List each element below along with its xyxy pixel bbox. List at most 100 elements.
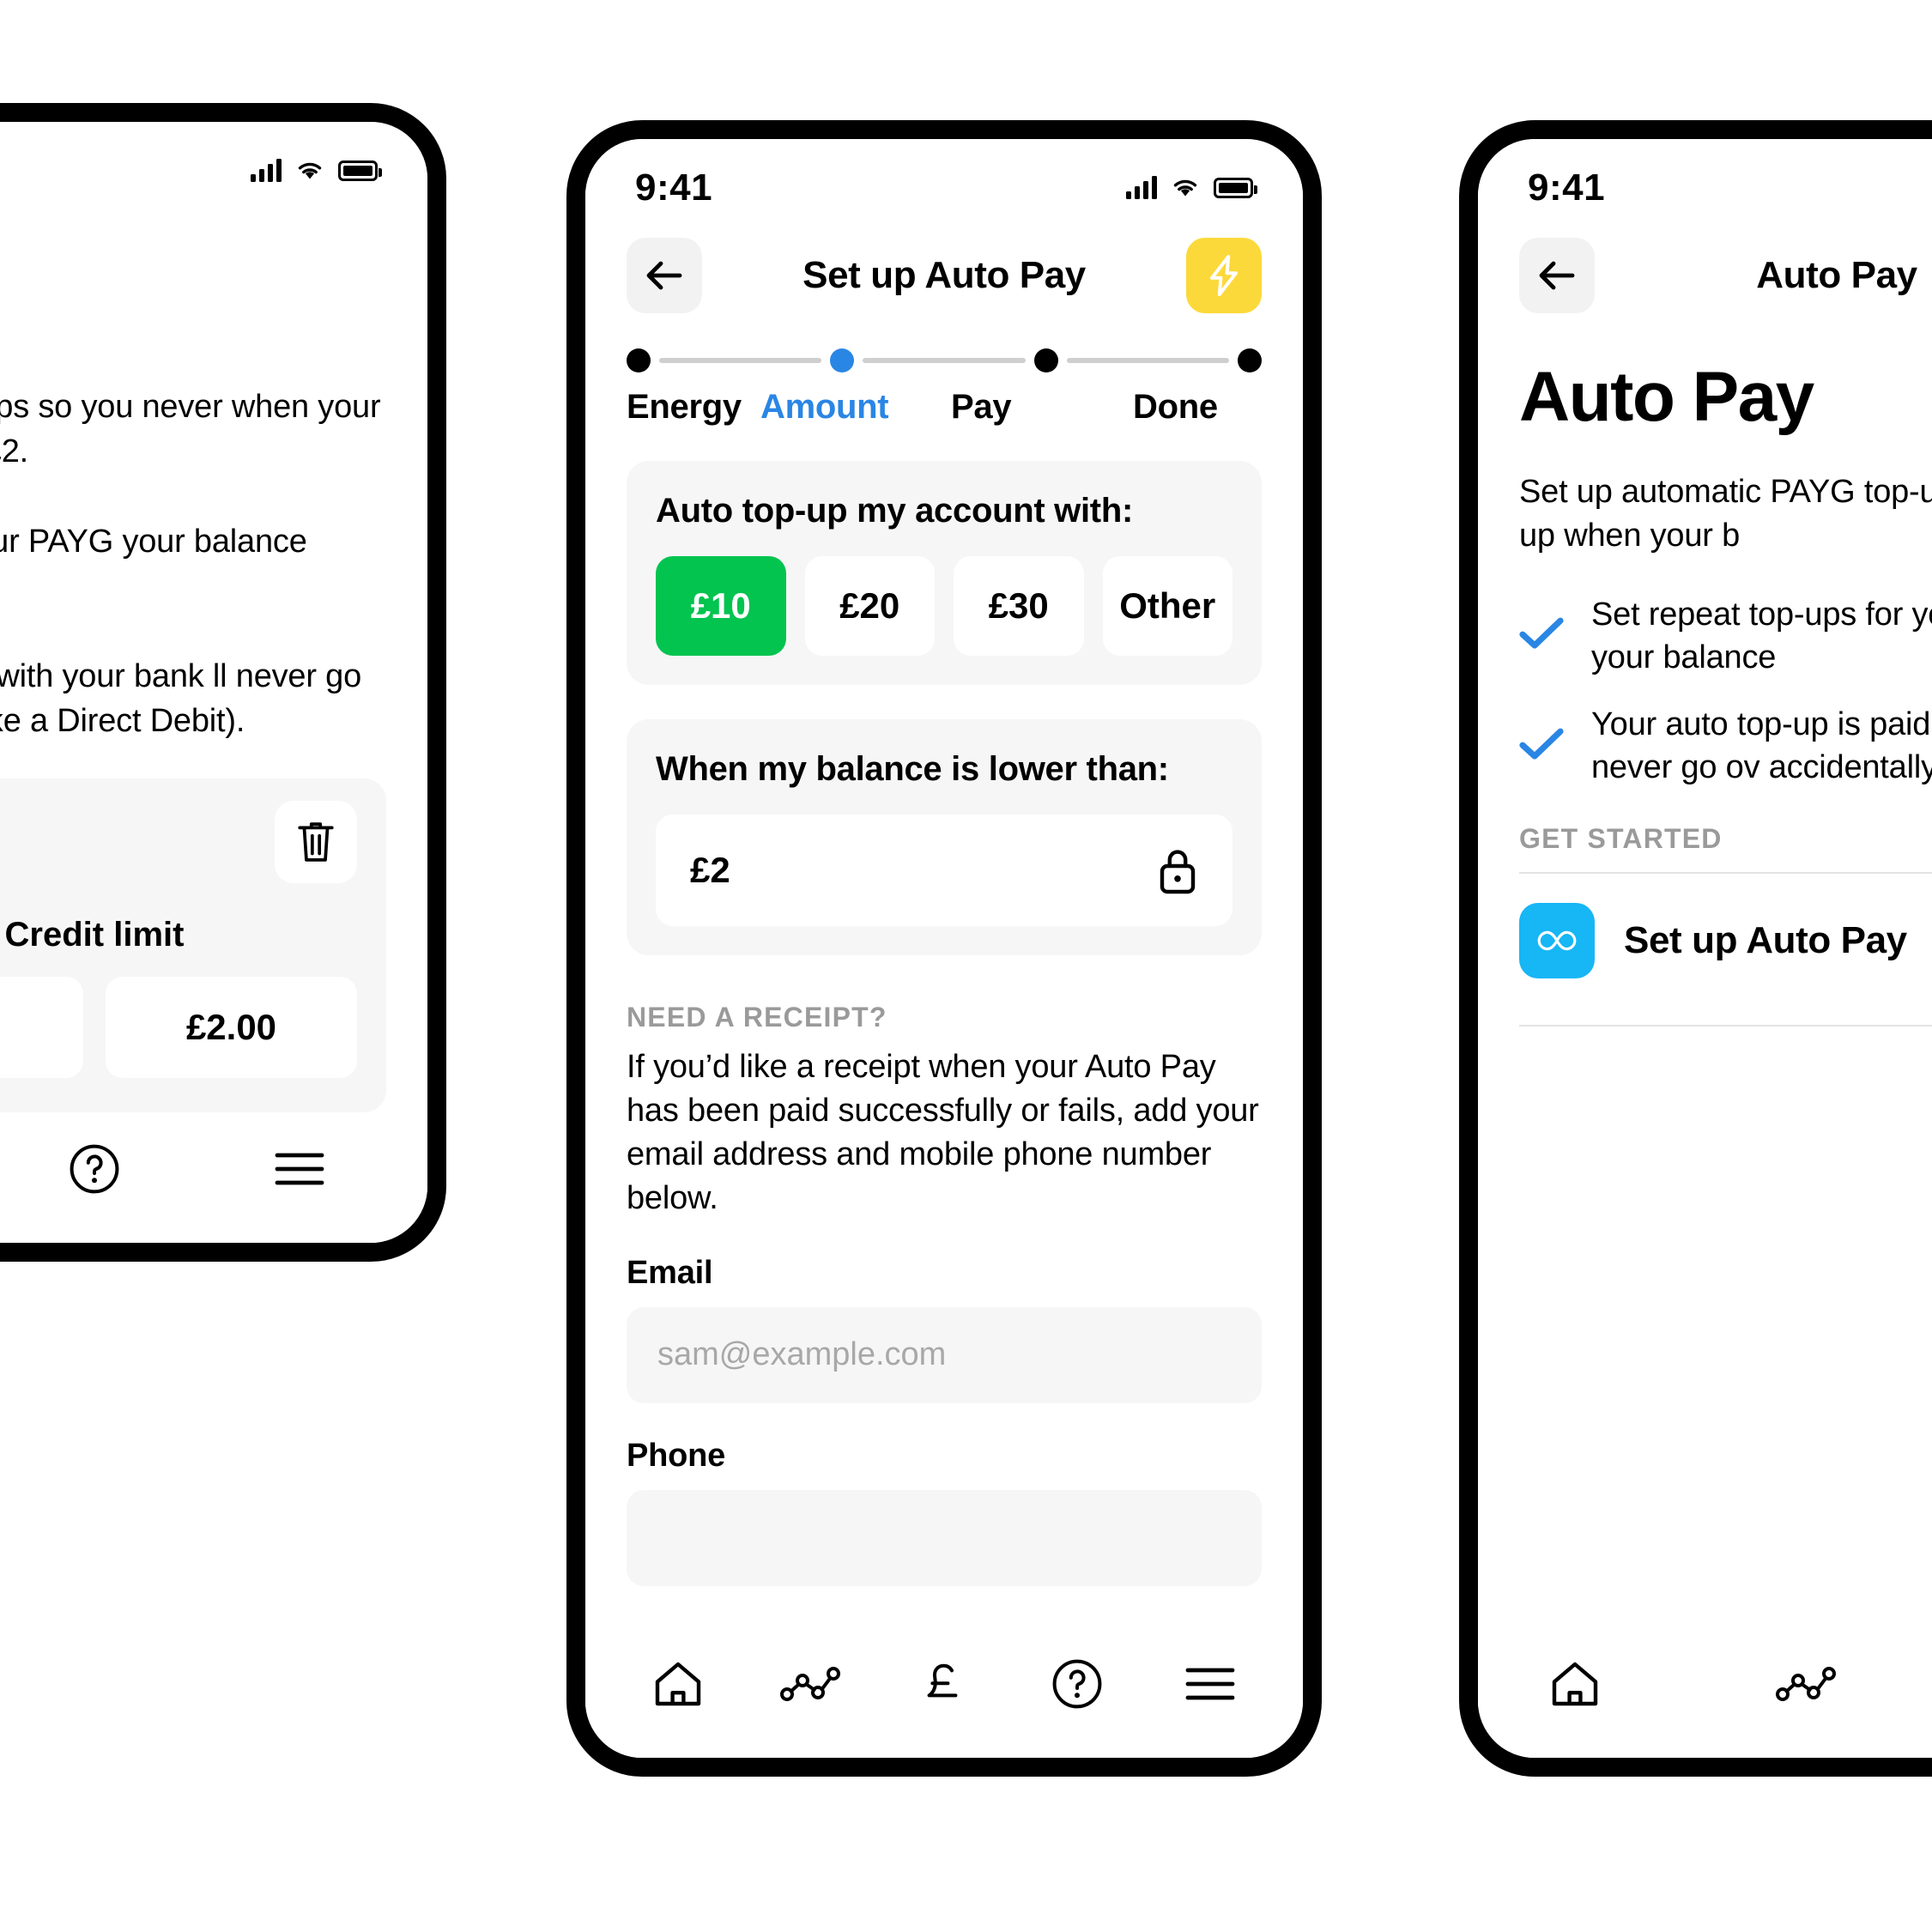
center-page-title: Set up Auto Pay [802, 254, 1086, 296]
battery-icon [338, 160, 382, 181]
phone-left: Auto Pay c PAYG top-ups so you never whe… [0, 103, 446, 1262]
back-button[interactable] [1519, 238, 1595, 313]
usage-graph-icon [779, 1667, 840, 1701]
get-started-label: Set up Auto Pay [1624, 919, 1907, 962]
email-label: Email [627, 1254, 713, 1291]
tab-menu[interactable] [1163, 1637, 1257, 1731]
step-dot-amount[interactable] [830, 348, 855, 372]
tab-payments[interactable] [897, 1637, 991, 1731]
left-navbar: Auto Pay [0, 201, 427, 302]
amount-option-20[interactable]: £20 [804, 556, 935, 656]
signal-bars-icon [1126, 176, 1157, 199]
balance-threshold-title: When my balance is lower than: [656, 750, 1169, 788]
home-icon [655, 1662, 700, 1706]
balance-threshold-panel: When my balance is lower than: £2 [627, 719, 1262, 955]
left-tabbar [0, 1114, 427, 1243]
right-page-title: Auto Pay [1756, 254, 1917, 296]
trash-icon-glyph [298, 821, 334, 862]
receipt-eyebrow: NEED A RECEIPT? [627, 1002, 887, 1033]
balance-threshold-value: £2 [690, 850, 730, 890]
receipt-body: If you’d like a receipt when your Auto P… [627, 1049, 1259, 1216]
left-screen: Auto Pay c PAYG top-ups so you never whe… [0, 122, 427, 1243]
wifi-icon [1173, 179, 1197, 197]
right-heading: Auto Pay [1519, 358, 1814, 436]
tab-help[interactable] [47, 1122, 142, 1216]
center-navbar: Set up Auto Pay [585, 218, 1303, 319]
left-status-bar [0, 122, 427, 201]
phone-input[interactable] [657, 1519, 1231, 1557]
infinity-icon [1519, 903, 1595, 979]
list-item-label: Set repeat top-ups for yo meter when you… [1591, 596, 1932, 675]
tab-usage[interactable] [764, 1637, 858, 1731]
stepper-segment [659, 358, 822, 363]
quick-action-button[interactable] [1186, 238, 1262, 313]
check-icon [1519, 727, 1564, 766]
lightning-bolt-icon [1210, 255, 1238, 296]
menu-icon [275, 1153, 324, 1185]
list-item: Set repeat top-ups for yo meter when you… [1519, 593, 1932, 679]
trash-icon[interactable] [275, 800, 357, 883]
step-dot-done[interactable] [1237, 348, 1262, 372]
check-icon [1519, 616, 1564, 655]
divider-bottom [1519, 1025, 1932, 1027]
tab-usage[interactable] [1759, 1637, 1854, 1731]
stepper-labels: Energy Amount Pay Done [627, 388, 1262, 427]
screenshot-stage: Auto Pay c PAYG top-ups so you never whe… [0, 0, 1932, 1932]
right-status-time: 9:41 [1528, 167, 1606, 209]
back-button[interactable] [627, 238, 702, 313]
email-input[interactable] [657, 1336, 1231, 1374]
balance-threshold-field[interactable]: £2 [656, 815, 1232, 926]
center-status-time: 9:41 [635, 167, 713, 209]
question-icon [70, 1144, 119, 1194]
phone-right: 9:41 Auto Pay Auto Pay Set up automatic … [1459, 120, 1932, 1777]
tab-help[interactable] [1030, 1637, 1124, 1731]
infinity-icon-glyph [1537, 931, 1577, 951]
left-paragraph-1: c PAYG top-ups so you never when your ba… [0, 389, 381, 470]
wifi-icon [298, 162, 322, 179]
check-icon-glyph [1519, 728, 1564, 760]
credit-limit-fields: £2.00 [0, 976, 357, 1078]
left-paragraph-2: op-ups for your PAYG your balance reache… [0, 523, 307, 560]
topup-amount-panel: Auto top-up my account with: £10 £20 £30… [627, 461, 1262, 685]
center-status-bar: 9:41 [585, 139, 1303, 218]
receipt-section: NEED A RECEIPT? If you’d like a receipt … [627, 1002, 1262, 1586]
credit-limit-box-hidden[interactable] [0, 976, 83, 1078]
right-content: Auto Pay Set up automatic PAYG top-u for… [1478, 357, 1932, 1027]
step-label-pay: Pay [951, 388, 1012, 426]
left-credit-card: Credit limit £2.00 [0, 778, 386, 1112]
stepper-track [627, 348, 1262, 372]
usage-graph-icon [1776, 1667, 1836, 1701]
center-screen: 9:41 Set up Auto Pay Energy Amount Pay D… [585, 139, 1303, 1758]
step-dot-pay[interactable] [1033, 348, 1058, 372]
topup-amount-title: Auto top-up my account with: [656, 492, 1133, 530]
menu-icon [1185, 1668, 1235, 1700]
phone-field[interactable] [627, 1489, 1262, 1586]
get-started-row[interactable]: Set up Auto Pay [1519, 874, 1932, 1008]
setup-stepper: Energy Amount Pay Done [585, 319, 1303, 427]
credit-limit-value[interactable]: £2.00 [106, 976, 357, 1078]
amount-option-10[interactable]: £10 [656, 556, 786, 656]
step-label-energy: Energy [627, 388, 742, 426]
email-field[interactable] [627, 1306, 1262, 1403]
amount-option-other[interactable]: Other [1102, 556, 1232, 656]
step-label-amount: Amount [760, 388, 889, 426]
left-nav-spacer [311, 221, 386, 296]
back-arrow-icon [646, 261, 682, 290]
list-item-label: Your auto top-up is paid card, so you’ll… [1591, 706, 1932, 786]
step-dot-energy[interactable] [627, 348, 651, 372]
right-benefit-list: Set repeat top-ups for yo meter when you… [1519, 593, 1932, 790]
tab-menu[interactable] [252, 1122, 347, 1216]
center-status-icons [1126, 176, 1257, 199]
right-status-bar: 9:41 [1478, 139, 1932, 218]
right-tabbar [1478, 1629, 1932, 1758]
check-icon-glyph [1519, 617, 1564, 649]
back-arrow-icon [1539, 261, 1575, 290]
amount-option-30[interactable]: £30 [954, 556, 1084, 656]
stepper-segment [863, 358, 1026, 363]
phone-label: Phone [627, 1437, 726, 1474]
left-status-icons [251, 159, 382, 182]
tab-home[interactable] [1528, 1637, 1622, 1731]
step-label-done: Done [1133, 388, 1218, 426]
tab-home[interactable] [631, 1637, 725, 1731]
right-intro: Set up automatic PAYG top-u forget to to… [1519, 474, 1932, 554]
